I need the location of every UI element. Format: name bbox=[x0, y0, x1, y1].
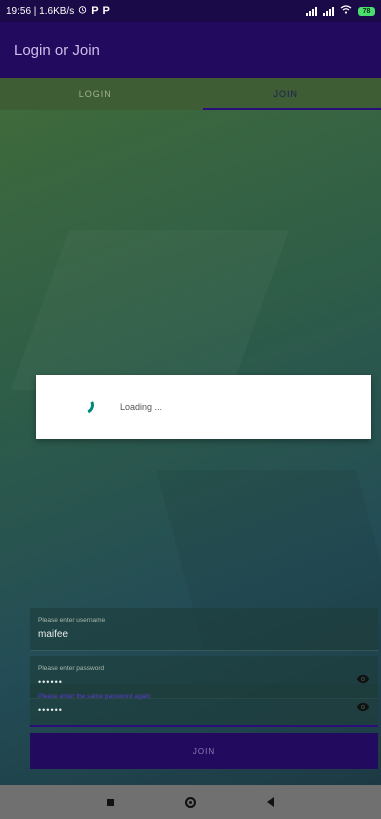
tab-login[interactable]: LOGIN bbox=[0, 78, 191, 110]
recents-icon bbox=[107, 798, 114, 806]
back-button[interactable] bbox=[231, 785, 311, 819]
status-left: 19:56 | 1.6KB/s P P bbox=[6, 5, 110, 17]
join-button[interactable]: JOIN bbox=[30, 733, 378, 769]
wifi-icon bbox=[340, 5, 352, 17]
parking-icon: P bbox=[102, 5, 110, 17]
username-label: Please enter username bbox=[38, 617, 106, 624]
status-right: 78 bbox=[306, 5, 375, 17]
loading-dialog: Loading ... bbox=[36, 375, 371, 439]
background-shape bbox=[11, 230, 289, 390]
back-icon bbox=[267, 797, 274, 807]
alarm-icon bbox=[78, 5, 87, 17]
signal-icon bbox=[306, 6, 317, 16]
status-time: 19:56 | 1.6KB/s bbox=[6, 5, 75, 17]
eye-icon[interactable] bbox=[356, 700, 370, 714]
password-again-label: Please enter the same password again bbox=[38, 693, 151, 700]
loading-text: Loading ... bbox=[120, 402, 163, 412]
page-title: Login or Join bbox=[14, 41, 100, 59]
app-bar: Login or Join bbox=[0, 22, 381, 78]
signal-icon bbox=[323, 6, 334, 16]
tab-bar: LOGIN JOIN bbox=[0, 78, 381, 110]
password-label: Please enter password bbox=[38, 665, 105, 672]
home-icon bbox=[185, 796, 196, 808]
parking-icon: P bbox=[91, 5, 99, 17]
spinner-icon bbox=[73, 393, 97, 417]
password-again-field[interactable]: Please enter the same password again •••… bbox=[30, 684, 378, 727]
username-value: maifee bbox=[38, 629, 69, 640]
navigation-bar bbox=[0, 785, 381, 819]
home-button[interactable] bbox=[151, 785, 231, 819]
username-field[interactable]: Please enter username maifee bbox=[30, 608, 378, 651]
loading-spinner bbox=[66, 392, 112, 422]
recents-button[interactable] bbox=[71, 785, 151, 819]
battery-icon: 78 bbox=[358, 6, 375, 16]
tab-join[interactable]: JOIN bbox=[191, 78, 381, 110]
status-bar: 19:56 | 1.6KB/s P P 78 bbox=[0, 0, 381, 22]
password-again-value: •••••• bbox=[38, 705, 63, 715]
